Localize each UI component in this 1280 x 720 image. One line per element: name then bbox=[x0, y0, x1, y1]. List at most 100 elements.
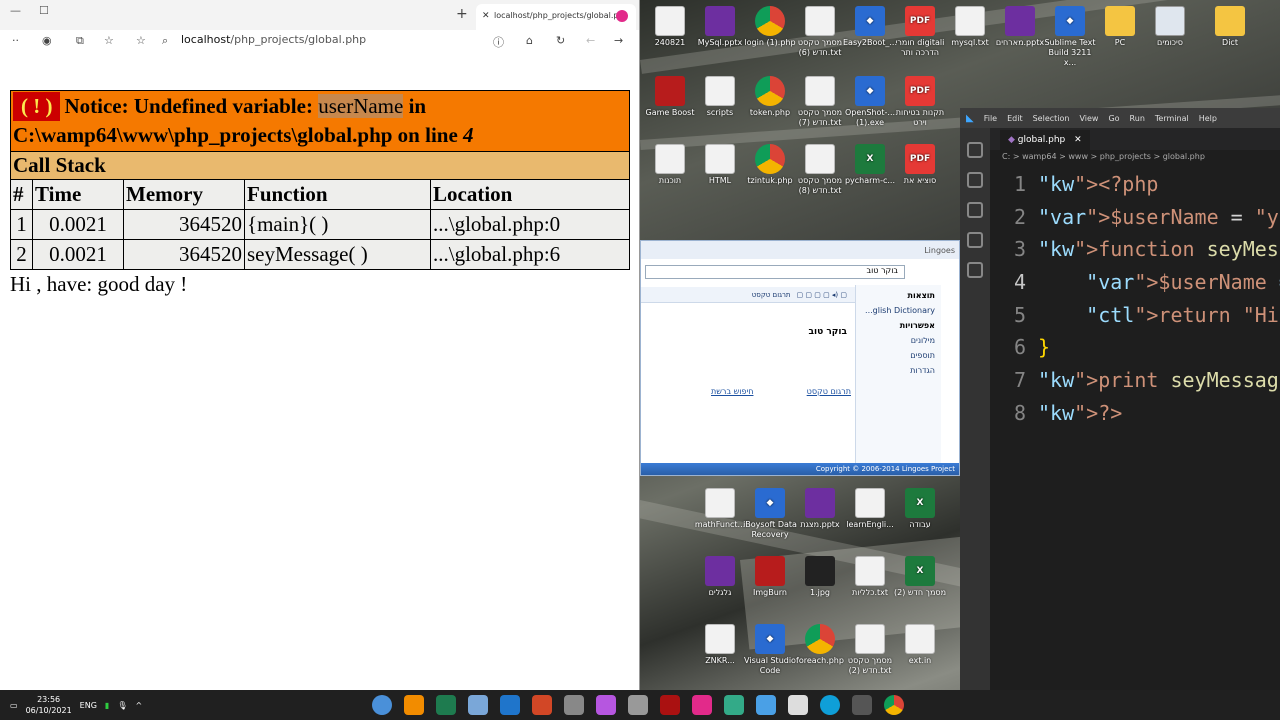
run-debug-icon[interactable] bbox=[967, 232, 983, 248]
desktop-icon[interactable]: ◆ OpenShot-... (1).exe bbox=[842, 76, 898, 128]
search-icon[interactable] bbox=[967, 172, 983, 188]
mic-icon[interactable]: ▮ bbox=[105, 701, 109, 710]
desktop-icon[interactable]: tzintuk.php bbox=[742, 144, 798, 186]
code-line[interactable]: 7 "kw">print seyMessag bbox=[990, 364, 1280, 397]
menu-go[interactable]: Go bbox=[1108, 114, 1119, 123]
language-indicator[interactable]: ENG bbox=[80, 701, 97, 710]
forward-icon[interactable]: ← bbox=[586, 34, 595, 47]
desktop-icon[interactable]: סיכומים bbox=[1142, 6, 1198, 48]
desktop-icon[interactable]: ◆ Visual Studio Code bbox=[742, 624, 798, 676]
chrome-icon[interactable] bbox=[884, 695, 904, 715]
app-icon[interactable] bbox=[788, 695, 808, 715]
speaker-icon[interactable]: 🎙 bbox=[117, 701, 127, 710]
desktop-icon[interactable]: mathFunct... bbox=[692, 488, 748, 530]
notifications-icon[interactable]: ▭ bbox=[10, 701, 18, 710]
lingoes-option-dictionaries[interactable]: מילונים bbox=[862, 336, 935, 345]
code-line[interactable]: 8 "kw">?> bbox=[990, 397, 1280, 430]
browser-window[interactable]: — ☐ + ✕ localhost/php_projects/global.p … bbox=[0, 0, 640, 690]
desktop-icon[interactable]: ZNKR... bbox=[692, 624, 748, 666]
code-text[interactable]: "ctl">return "Hi bbox=[1038, 299, 1280, 332]
desktop-icon[interactable]: login (1).php bbox=[742, 6, 798, 48]
desktop-icon[interactable]: מסמך טקסט חדש (8).txt bbox=[792, 144, 848, 196]
code-line[interactable]: 2 "var">$userName = "yo bbox=[990, 201, 1280, 234]
desktop-icon[interactable]: ◆ Sublime Text Build 3211 x... bbox=[1042, 6, 1098, 68]
lingoes-link-translate[interactable]: תרגום טקסט bbox=[807, 387, 851, 396]
lingoes-search-input[interactable]: בוקר טוב bbox=[645, 265, 905, 279]
lingoes-link-search[interactable]: חיפוש ברשת bbox=[711, 387, 753, 396]
lingoes-window[interactable]: Lingoes בוקר טוב תרגום טקסט ▢ ▢ ▢ ▢ ◂) ▢… bbox=[640, 240, 960, 476]
desktop-icon[interactable]: MySql.pptx bbox=[692, 6, 748, 48]
app-icon[interactable] bbox=[660, 695, 680, 715]
favorites-icon[interactable]: ☆ bbox=[104, 34, 114, 47]
code-line[interactable]: 6} bbox=[990, 331, 1280, 364]
desktop-icon[interactable]: learnEngli... bbox=[842, 488, 898, 530]
code-text[interactable]: "kw"><?php bbox=[1038, 168, 1158, 201]
more-icon[interactable]: ·· bbox=[12, 34, 19, 47]
powerpoint-icon[interactable] bbox=[532, 695, 552, 715]
lingoes-toolbar-translate[interactable]: תרגום טקסט bbox=[752, 291, 791, 299]
app-icon[interactable] bbox=[372, 695, 392, 715]
clock[interactable]: 23:56 06/10/2021 bbox=[26, 694, 72, 716]
menu-view[interactable]: View bbox=[1079, 114, 1098, 123]
desktop-icon[interactable]: תוכנות bbox=[642, 144, 698, 186]
chevron-up-icon[interactable]: ^ bbox=[135, 701, 142, 710]
new-tab-icon[interactable]: + bbox=[456, 6, 468, 22]
desktop-icon[interactable]: Xpycharm-c... bbox=[842, 144, 898, 186]
address-bar[interactable]: localhost/php_projects/global.php bbox=[181, 33, 366, 46]
vscode-taskbar-icon[interactable] bbox=[500, 695, 520, 715]
desktop-icon[interactable]: מסמך טקסט חדש (7).txt bbox=[792, 76, 848, 128]
menu-selection[interactable]: Selection bbox=[1033, 114, 1070, 123]
desktop-icon[interactable]: ◆ iBoysoft Data Recovery bbox=[742, 488, 798, 540]
vlc-icon[interactable] bbox=[404, 695, 424, 715]
close-tab-icon[interactable]: ✕ bbox=[482, 4, 490, 28]
info-icon[interactable]: ⓘ bbox=[493, 34, 504, 50]
code-text[interactable]: "kw">print seyMessag bbox=[1038, 364, 1279, 397]
app-icon[interactable] bbox=[596, 695, 616, 715]
app-icon[interactable] bbox=[564, 695, 584, 715]
code-text[interactable]: "kw">?> bbox=[1038, 397, 1122, 430]
app-icon[interactable] bbox=[692, 695, 712, 715]
app-icon[interactable] bbox=[852, 695, 872, 715]
source-control-icon[interactable] bbox=[967, 202, 983, 218]
menu-file[interactable]: File bbox=[984, 114, 997, 123]
desktop-icon[interactable]: ext.in bbox=[892, 624, 948, 666]
code-line[interactable]: 1 "kw"><?php bbox=[990, 168, 1280, 201]
back-icon[interactable]: → bbox=[614, 34, 623, 47]
desktop-icon[interactable]: מצגת.pptx bbox=[792, 488, 848, 530]
lingoes-option-settings[interactable]: הגדרות bbox=[862, 366, 935, 375]
breadcrumb[interactable]: C: > wamp64 > www > php_projects > globa… bbox=[1002, 152, 1205, 161]
code-text[interactable]: "var">$userName = "yo bbox=[1038, 201, 1280, 234]
desktop-icon[interactable]: מארחים.pptx bbox=[992, 6, 1048, 48]
refresh-icon[interactable]: ↻ bbox=[556, 34, 565, 47]
desktop-icon[interactable]: HTML bbox=[692, 144, 748, 186]
desktop-icon[interactable]: 240821 bbox=[642, 6, 698, 48]
profile-icon[interactable]: ◉ bbox=[42, 34, 52, 47]
desktop-icon[interactable]: ImgBurn bbox=[742, 556, 798, 598]
desktop-icon[interactable]: מסמך טקסט חדש (6).txt bbox=[792, 6, 848, 58]
vscode-window[interactable]: ◣ File Edit Selection View Go Run Termin… bbox=[960, 108, 1280, 690]
app-icon[interactable] bbox=[756, 695, 776, 715]
menu-help[interactable]: Help bbox=[1199, 114, 1217, 123]
app-icon[interactable] bbox=[724, 695, 744, 715]
desktop-icon[interactable]: X מסמך חדש (2) bbox=[892, 556, 948, 598]
desktop-icon[interactable]: X עבודה bbox=[892, 488, 948, 530]
collections-icon[interactable]: ⧉ bbox=[76, 34, 84, 48]
app-icon[interactable] bbox=[628, 695, 648, 715]
code-text[interactable]: "var">$userName = bbox=[1038, 266, 1280, 299]
desktop-icon[interactable]: Game Boost bbox=[642, 76, 698, 118]
home-icon[interactable]: ⌂ bbox=[526, 34, 533, 47]
code-text[interactable]: "kw">function seyMes bbox=[1038, 233, 1279, 266]
menu-edit[interactable]: Edit bbox=[1007, 114, 1023, 123]
code-text[interactable]: } bbox=[1038, 331, 1050, 364]
code-line[interactable]: 4 "var">$userName = bbox=[990, 266, 1280, 299]
extensions-icon[interactable] bbox=[967, 262, 983, 278]
desktop-icon[interactable]: token.php bbox=[742, 76, 798, 118]
desktop-icon[interactable]: ◆ Easy2Boot_... bbox=[842, 6, 898, 48]
desktop-icon[interactable]: PC bbox=[1092, 6, 1148, 48]
lingoes-option-addons[interactable]: תוספים bbox=[862, 351, 935, 360]
desktop-icon[interactable]: 1.jpg bbox=[792, 556, 848, 598]
desktop-icon[interactable]: כלליות.txt bbox=[842, 556, 898, 598]
code-line[interactable]: 5 "ctl">return "Hi bbox=[990, 299, 1280, 332]
browser-tab[interactable]: ✕ localhost/php_projects/global.p bbox=[476, 4, 636, 30]
desktop-icon[interactable]: PDF סוציא את bbox=[892, 144, 948, 186]
